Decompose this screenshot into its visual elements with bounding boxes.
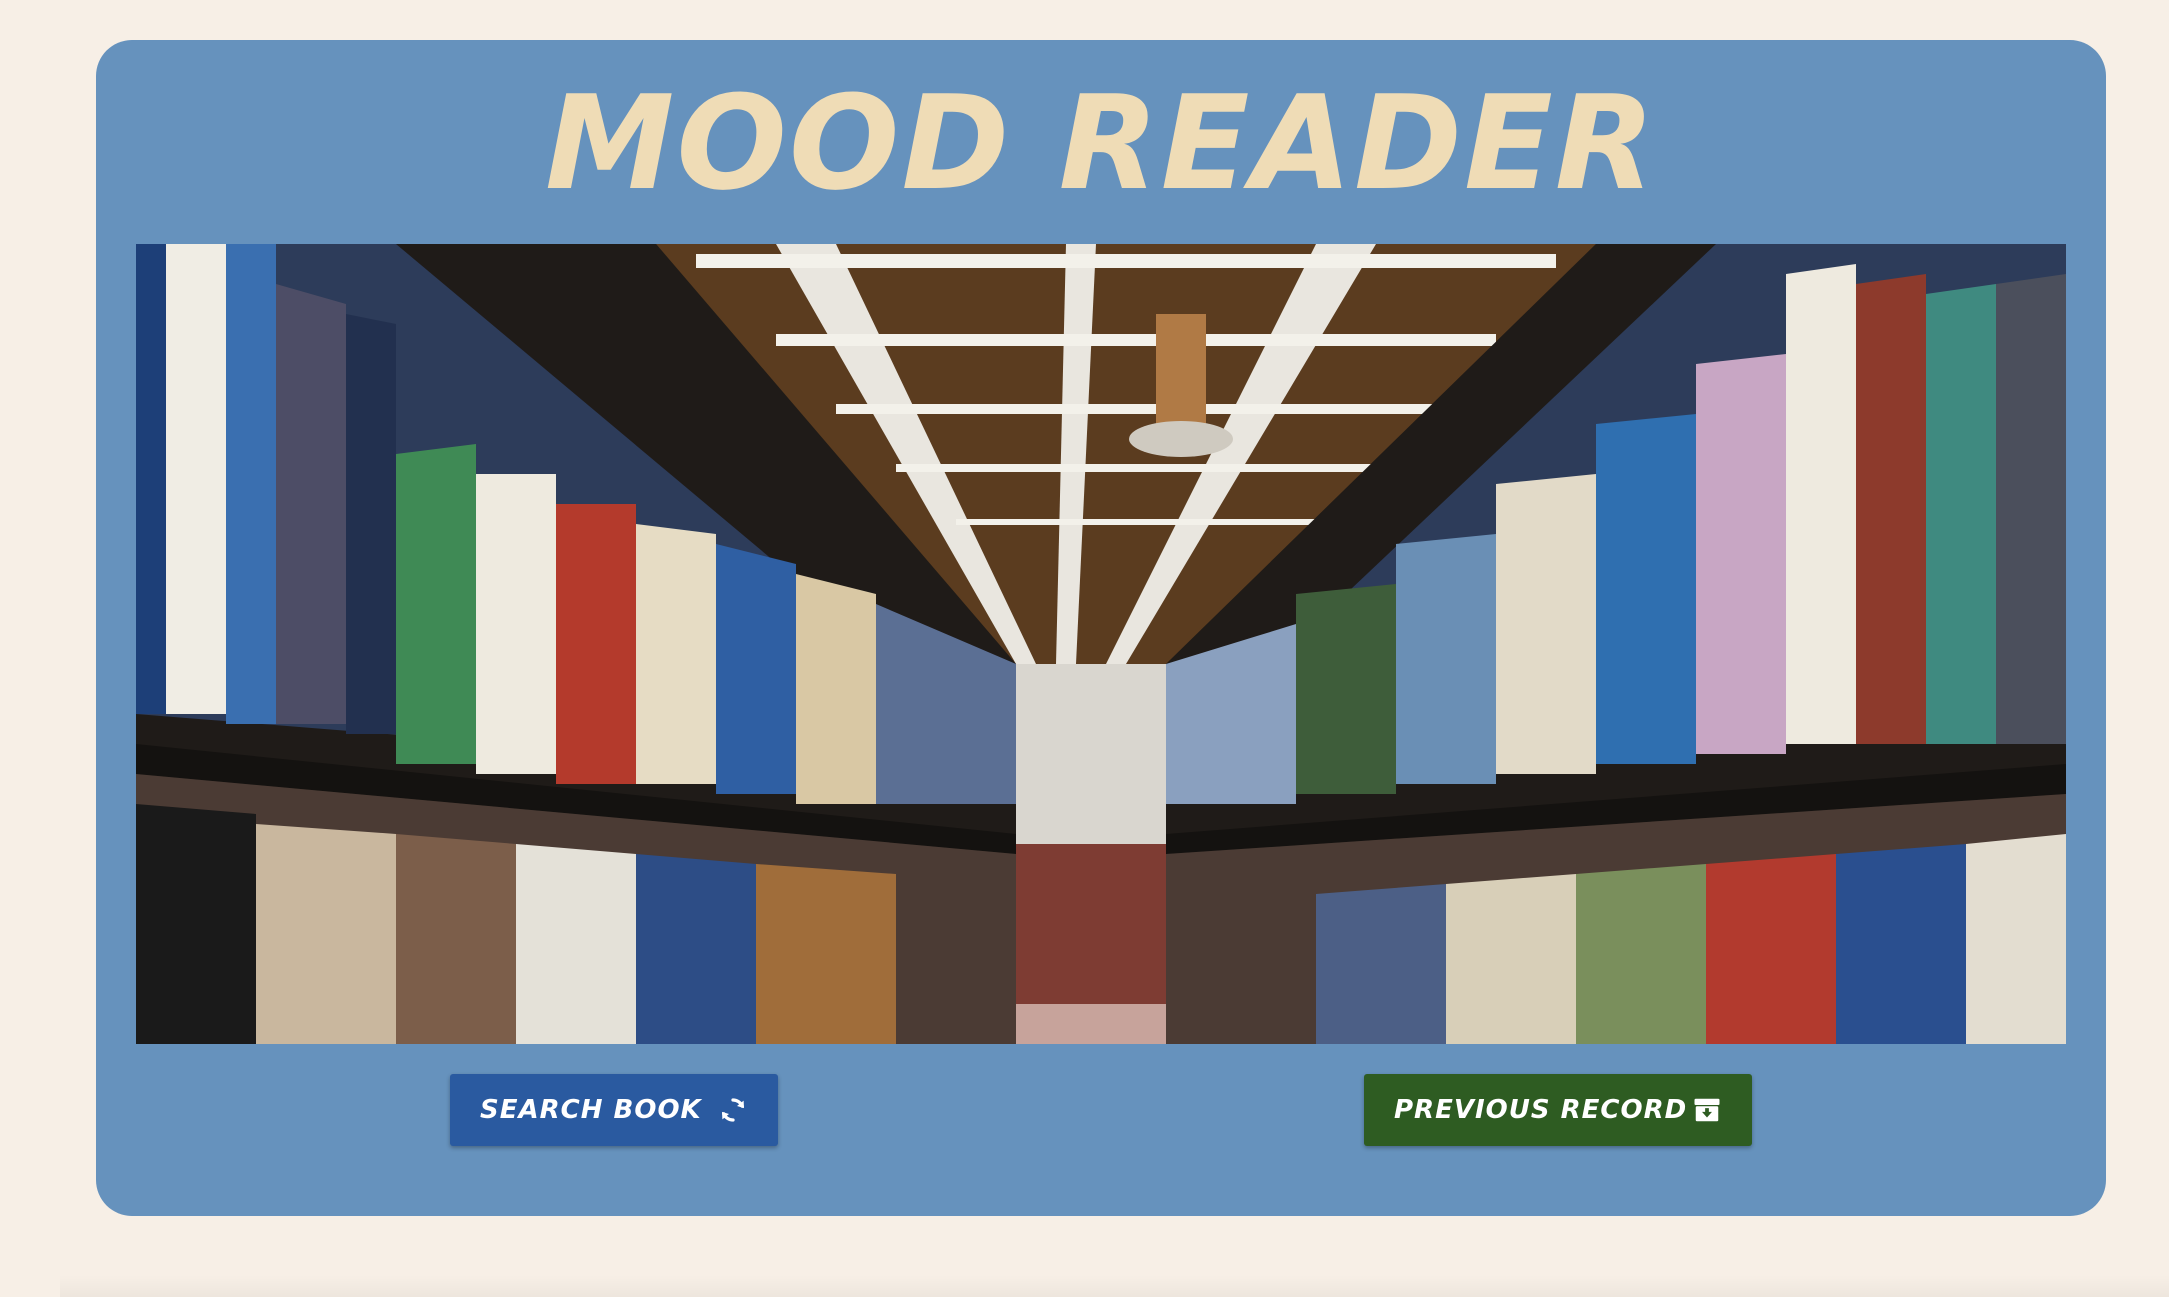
previous-record-button[interactable]: PREVIOUS RECORD	[1364, 1074, 1752, 1146]
page-bottom-shade	[60, 1275, 2169, 1297]
main-card: MOOD READER SEARCH BOOK PREVIOUS RECORD	[96, 40, 2106, 1216]
previous-record-label: PREVIOUS RECORD	[1394, 1095, 1688, 1125]
refresh-icon	[718, 1095, 748, 1125]
library-hero-image	[136, 244, 2066, 1044]
search-book-label: SEARCH BOOK	[480, 1095, 702, 1125]
archive-download-icon	[1692, 1095, 1722, 1125]
search-book-button[interactable]: SEARCH BOOK	[450, 1074, 778, 1146]
app-title: MOOD READER	[545, 67, 1657, 219]
